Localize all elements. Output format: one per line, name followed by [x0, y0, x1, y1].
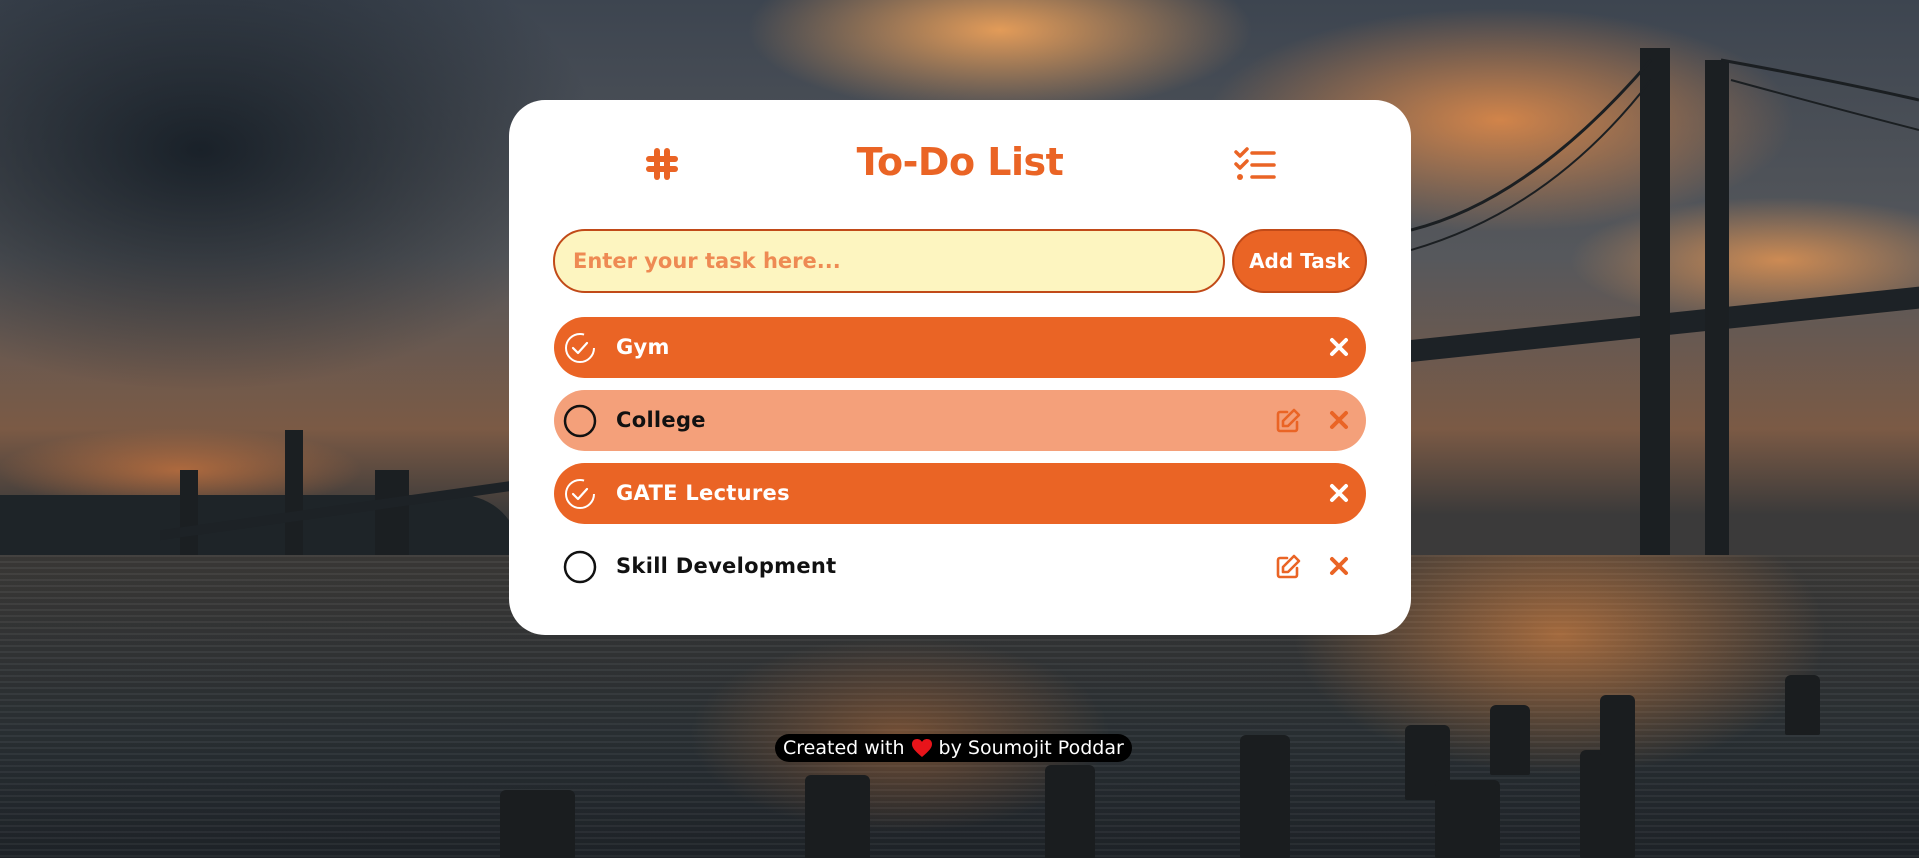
- piling: [1435, 780, 1500, 858]
- close-icon[interactable]: [1328, 409, 1350, 431]
- piling: [1240, 735, 1290, 858]
- task-label: Skill Development: [616, 554, 837, 578]
- task-item[interactable]: Skill Development: [554, 536, 1366, 597]
- piling: [1785, 675, 1820, 735]
- task-list: Gym College GATE Lectures Skill Developm…: [554, 317, 1366, 609]
- task-label: GATE Lectures: [616, 481, 790, 505]
- bridge-cables: [1411, 58, 1919, 251]
- piling: [1580, 750, 1635, 858]
- piling: [500, 790, 575, 858]
- piling: [1600, 695, 1635, 755]
- unchecked-circle-icon[interactable]: [563, 404, 597, 438]
- checked-circle-icon[interactable]: [563, 331, 597, 365]
- checked-circle-icon[interactable]: [563, 477, 597, 511]
- task-input[interactable]: [553, 229, 1225, 293]
- add-task-button[interactable]: Add Task: [1232, 229, 1367, 293]
- close-icon[interactable]: [1328, 336, 1350, 358]
- checklist-icon[interactable]: [1234, 147, 1276, 183]
- task-label: College: [616, 408, 706, 432]
- unchecked-circle-icon[interactable]: [563, 550, 597, 584]
- card-header: To-Do List: [509, 100, 1411, 230]
- close-icon[interactable]: [1328, 555, 1350, 577]
- task-item[interactable]: College: [554, 390, 1366, 451]
- heart-icon: [911, 739, 932, 757]
- task-item[interactable]: Gym: [554, 317, 1366, 378]
- piling: [1045, 765, 1095, 858]
- piling: [1490, 705, 1530, 775]
- task-label: Gym: [616, 335, 670, 359]
- todo-card: To-Do List Add Task Gym: [509, 100, 1411, 635]
- piling: [805, 775, 870, 858]
- far-bridge-tower: [180, 470, 198, 560]
- edit-icon[interactable]: [1274, 553, 1302, 581]
- far-bridge-tower: [285, 430, 303, 560]
- footer-credit: Created with by Soumojit Poddar: [775, 734, 1132, 762]
- close-icon[interactable]: [1328, 482, 1350, 504]
- task-item[interactable]: GATE Lectures: [554, 463, 1366, 524]
- credit-prefix: Created with: [783, 737, 905, 759]
- edit-icon[interactable]: [1274, 407, 1302, 435]
- credit-suffix: by Soumojit Poddar: [938, 737, 1124, 759]
